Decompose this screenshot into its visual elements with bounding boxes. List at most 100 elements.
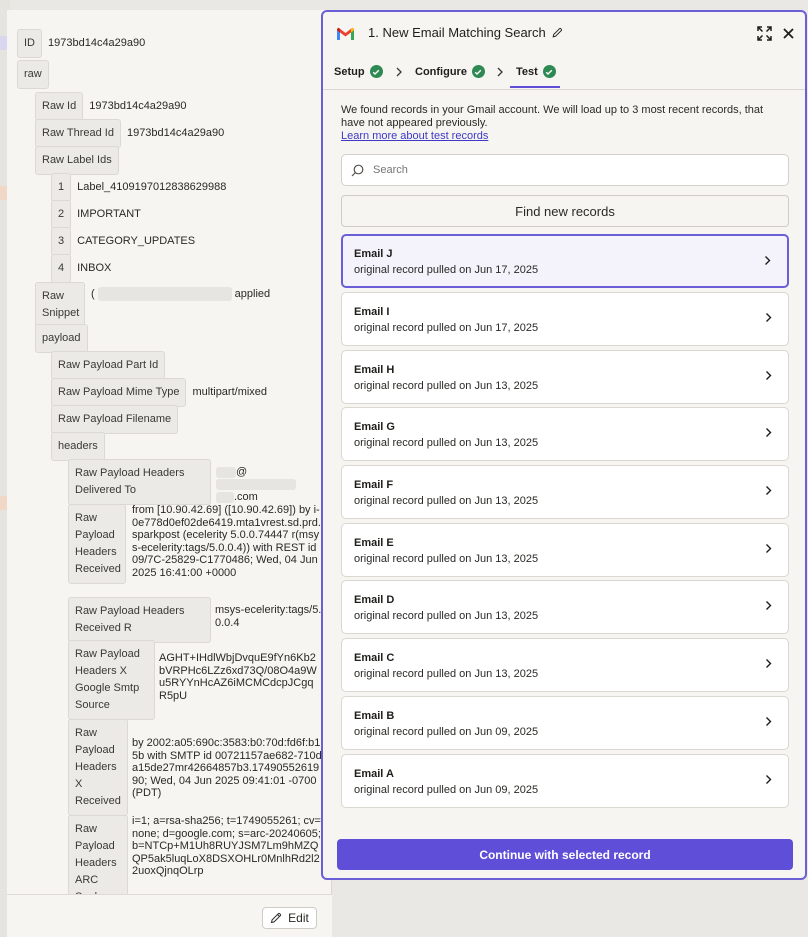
continue-with-selected-record-button[interactable]: Continue with selected record <box>337 839 793 870</box>
chevron-right-icon <box>766 544 772 553</box>
chevron-right-icon <box>766 775 772 784</box>
record-name: Email A <box>354 768 394 780</box>
field-key-mime-type: Raw Payload Mime Type <box>51 378 187 407</box>
record-subtitle: original record pulled on Jun 09, 2025 <box>354 784 539 796</box>
step-title[interactable]: 1. New Email Matching Search <box>368 25 563 40</box>
tab-configure[interactable]: Configure <box>415 65 485 78</box>
chevron-right-icon <box>497 67 503 77</box>
field-value-raw-snippet: (applied <box>91 287 271 301</box>
record-item[interactable]: Email J original record pulled on Jun 17… <box>341 234 789 288</box>
intro-message: We found records in your Gmail account. … <box>341 104 764 129</box>
record-item[interactable]: Email F original record pulled on Jun 13… <box>341 465 789 519</box>
redacted-text <box>216 491 234 503</box>
field-value-raw-id: 1973bd14c4a29a90 <box>89 100 187 112</box>
record-name: Email C <box>354 652 395 664</box>
field-key-part-id: Raw Payload Part Id <box>51 351 166 380</box>
field-key-id: ID <box>17 29 42 58</box>
active-tab-indicator <box>510 86 560 88</box>
record-subtitle: original record pulled on Jun 13, 2025 <box>354 668 539 680</box>
tab-setup-label: Setup <box>334 65 365 78</box>
search-field[interactable] <box>341 154 789 186</box>
check-icon <box>471 65 485 78</box>
field-value-received: from [10.90.42.69] ([10.90.42.69]) by i-… <box>132 504 321 579</box>
field-value-x-received: by 2002:a05:690c:3583:b0:70d:fd6f:b15b w… <box>132 737 322 799</box>
find-new-records-button[interactable]: Find new records <box>341 195 789 227</box>
check-icon <box>542 65 556 78</box>
field-key-raw-id: Raw Id <box>35 92 84 121</box>
array-index: 3 <box>51 227 72 256</box>
pencil-icon <box>270 912 282 924</box>
expand-icon[interactable] <box>757 26 772 41</box>
step-title-text: 1. New Email Matching Search <box>368 25 546 40</box>
close-icon[interactable] <box>782 27 795 40</box>
field-key-received-r: Raw Payload Headers Received R <box>68 597 211 643</box>
record-name: Email B <box>354 710 395 722</box>
inspector-footer: Edit <box>7 894 332 937</box>
redacted-text <box>216 479 296 491</box>
record-name: Email I <box>354 306 390 318</box>
record-item[interactable]: Email E original record pulled on Jun 13… <box>341 523 789 577</box>
record-name: Email E <box>354 537 394 549</box>
canvas-node-marker <box>0 496 7 510</box>
field-key-payload[interactable]: payload <box>35 324 88 353</box>
field-value-smtp-source: AGHT+IHdlWbjDvquE9fYn6Kb2bVRPHc6LZz6xd73… <box>159 652 317 702</box>
record-subtitle: original record pulled on Jun 17, 2025 <box>354 264 539 276</box>
record-item[interactable]: Email G original record pulled on Jun 13… <box>341 407 789 461</box>
chevron-right-icon <box>766 659 772 668</box>
record-item[interactable]: Email I original record pulled on Jun 17… <box>341 292 789 346</box>
field-key-headers[interactable]: headers <box>51 432 105 461</box>
edit-button[interactable]: Edit <box>262 907 317 929</box>
data-inspector-panel: ID 1973bd14c4a29a90 raw Raw Id 1973bd14c… <box>7 10 332 937</box>
record-name: Email D <box>354 594 395 606</box>
record-item[interactable]: Email A original record pulled on Jun 09… <box>341 754 789 808</box>
chevron-right-icon <box>396 67 402 77</box>
search-icon <box>351 164 364 176</box>
record-name: Email G <box>354 421 395 433</box>
array-value: Label_4109197012838629988 <box>77 181 227 193</box>
search-input[interactable] <box>373 164 773 176</box>
record-item[interactable]: Email H original record pulled on Jun 13… <box>341 350 789 404</box>
field-value-id: 1973bd14c4a29a90 <box>48 37 146 49</box>
record-item[interactable]: Email C original record pulled on Jun 13… <box>341 638 789 692</box>
check-icon <box>369 65 383 78</box>
record-item[interactable]: Email B original record pulled on Jun 09… <box>341 696 789 750</box>
array-value: INBOX <box>77 262 112 274</box>
redacted-text <box>97 287 232 301</box>
record-name: Email H <box>354 364 395 376</box>
field-key-received: Raw Payload Headers Received <box>68 504 126 584</box>
record-name: Email F <box>354 479 394 491</box>
field-key-raw-label-ids[interactable]: Raw Label Ids <box>35 146 119 175</box>
field-key-raw[interactable]: raw <box>17 60 49 89</box>
field-key-smtp-source: Raw Payload Headers X Google Smtp Source <box>68 640 155 720</box>
field-key-raw-snippet: Raw Snippet <box>35 282 85 328</box>
record-subtitle: original record pulled on Jun 13, 2025 <box>354 553 539 565</box>
field-value-arc-seal: i=1; a=rsa-sha256; t=1749055261; cv=none… <box>132 815 321 877</box>
tab-test[interactable]: Test <box>516 65 556 78</box>
step-tabs: Setup Configure Test <box>323 56 805 90</box>
record-subtitle: original record pulled on Jun 13, 2025 <box>354 495 539 507</box>
array-value: IMPORTANT <box>77 208 141 220</box>
field-key-x-received: Raw Payload Headers X Received <box>68 719 128 816</box>
chevron-right-icon <box>766 601 772 610</box>
chevron-right-icon <box>766 371 772 380</box>
record-item[interactable]: Email D original record pulled on Jun 13… <box>341 580 789 634</box>
field-key-arc-seal: Raw Payload Headers ARC Seal <box>68 815 128 894</box>
data-tree[interactable]: ID 1973bd14c4a29a90 raw Raw Id 1973bd14c… <box>7 10 327 894</box>
tab-test-label: Test <box>516 65 538 78</box>
pencil-icon[interactable] <box>552 27 563 38</box>
canvas-node-marker <box>0 36 7 50</box>
learn-more-link[interactable]: Learn more about test records <box>341 130 488 142</box>
step-panel: 1. New Email Matching Search Setup Confi… <box>321 10 807 880</box>
record-subtitle: original record pulled on Jun 13, 2025 <box>354 437 539 449</box>
record-subtitle: original record pulled on Jun 17, 2025 <box>354 322 539 334</box>
field-value-mime-type: multipart/mixed <box>192 386 268 398</box>
panel-header: 1. New Email Matching Search <box>323 12 805 56</box>
intro-text: We found records in your Gmail account. … <box>341 104 781 143</box>
record-name: Email J <box>354 248 393 260</box>
chevron-right-icon <box>766 486 772 495</box>
field-value-delivered-to: @ .com <box>216 466 321 504</box>
tab-setup[interactable]: Setup <box>334 65 383 78</box>
chevron-right-icon <box>766 717 772 726</box>
field-value-received-r: msys-ecelerity:tags/5.0.0.4 <box>215 604 322 629</box>
record-subtitle: original record pulled on Jun 13, 2025 <box>354 380 539 392</box>
